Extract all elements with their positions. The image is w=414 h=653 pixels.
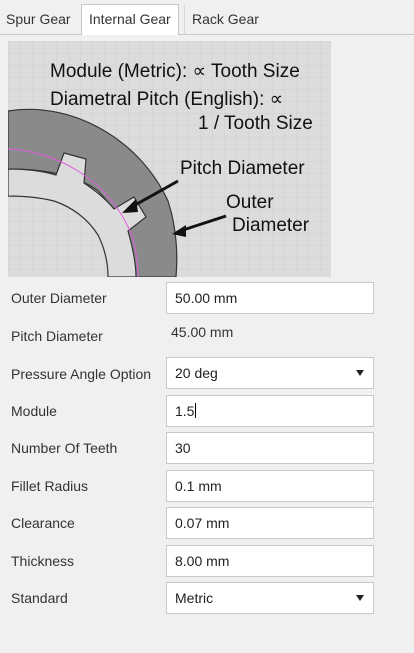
module-value: 1.5: [175, 403, 195, 419]
module-input[interactable]: 1.5: [166, 395, 374, 427]
fillet-radius-label: Fillet Radius: [11, 478, 89, 494]
outer-label-line2: Diameter: [232, 215, 310, 236]
text-cursor: [195, 403, 197, 418]
number-of-teeth-input[interactable]: 30: [166, 432, 374, 464]
outer-diameter-label: Outer Diameter: [11, 290, 107, 306]
tab-spur-gear[interactable]: Spur Gear: [0, 4, 79, 36]
pitch-diameter-value: 45.00 mm: [171, 324, 234, 340]
pitch-diameter-label: Pitch Diameter: [180, 158, 305, 179]
pressure-angle-label: Pressure Angle Option: [11, 366, 152, 382]
pitch-diameter-label: Pitch Diameter: [11, 328, 103, 344]
outer-label-line1: Outer: [226, 192, 274, 213]
gear-diagram: Module (Metric): ∝ Tooth Size Diametral …: [8, 41, 331, 277]
internal-gear-illustration: Module (Metric): ∝ Tooth Size Diametral …: [8, 41, 331, 277]
number-of-teeth-label: Number Of Teeth: [11, 440, 118, 456]
module-label: Module: [11, 403, 57, 419]
tab-internal-gear[interactable]: Internal Gear: [81, 4, 179, 36]
diagram-text-line1: Module (Metric): ∝ Tooth Size: [50, 61, 300, 82]
chevron-down-icon: [356, 595, 364, 601]
diagram-text-line2: Diametral Pitch (English): ∝: [50, 89, 283, 110]
pressure-angle-select[interactable]: 20 deg: [166, 357, 374, 389]
clearance-label: Clearance: [11, 515, 75, 531]
chevron-down-icon: [356, 370, 364, 376]
outer-diameter-input[interactable]: 50.00 mm: [166, 282, 374, 314]
clearance-input[interactable]: 0.07 mm: [166, 507, 374, 539]
standard-label: Standard: [11, 590, 68, 606]
diagram-text-line3: 1 / Tooth Size: [198, 113, 313, 134]
fillet-radius-input[interactable]: 0.1 mm: [166, 470, 374, 502]
standard-select[interactable]: Metric: [166, 582, 374, 614]
pressure-angle-value: 20 deg: [175, 365, 218, 381]
gear-type-tabs: Spur Gear Internal Gear Rack Gear: [0, 0, 414, 36]
thickness-label: Thickness: [11, 553, 75, 569]
tab-rack-gear[interactable]: Rack Gear: [184, 4, 267, 36]
standard-value: Metric: [175, 590, 214, 606]
thickness-input[interactable]: 8.00 mm: [166, 545, 374, 577]
